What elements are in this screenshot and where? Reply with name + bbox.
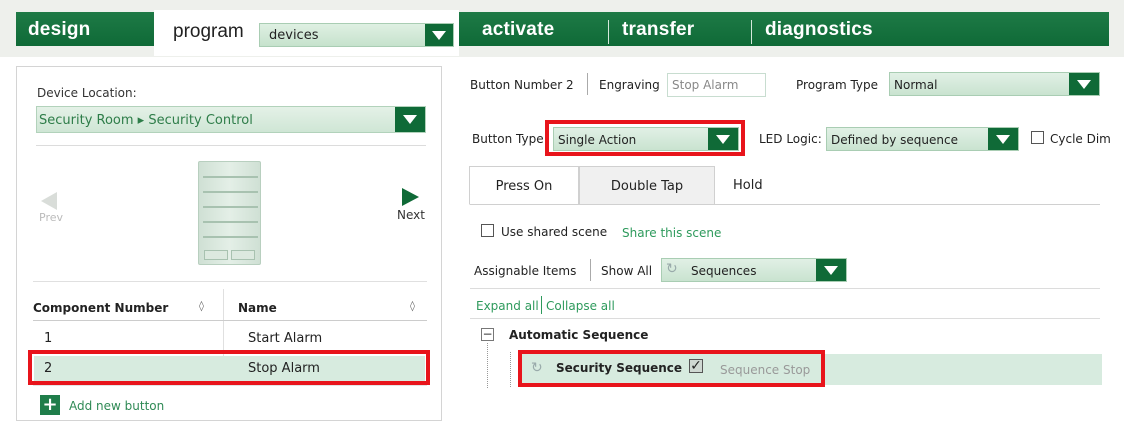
engraving-input[interactable]: Stop Alarm: [667, 73, 766, 97]
add-new-button[interactable]: Add new button: [69, 399, 164, 413]
divider: [470, 318, 1100, 319]
device-location-value: Security Room ▸ Security Control: [39, 113, 253, 128]
keypad-button-line: [203, 206, 258, 208]
tree-group-automatic-sequence[interactable]: Automatic Sequence: [509, 328, 648, 342]
plus-icon[interactable]: +: [40, 395, 60, 415]
separator: [587, 73, 588, 95]
keypad-button-line: [203, 221, 258, 223]
tree-connector: [510, 352, 511, 387]
share-this-scene-link[interactable]: Share this scene: [622, 226, 721, 240]
chevron-down-icon[interactable]: [395, 107, 425, 132]
tab-label: Double Tap: [610, 179, 684, 194]
nav-divider: [608, 20, 609, 44]
program-type-value: Normal: [894, 78, 938, 92]
nav-divider: [751, 20, 752, 44]
tab-diagnostics[interactable]: diagnostics: [765, 20, 873, 40]
tree-connector: [487, 343, 488, 388]
divider: [470, 288, 1100, 289]
keypad-button-line: [203, 191, 258, 193]
use-shared-scene-checkbox[interactable]: [481, 224, 494, 237]
use-shared-scene-label: Use shared scene: [501, 225, 608, 239]
tab-double-tap[interactable]: Double Tap: [579, 166, 715, 205]
led-logic-label: LED Logic:: [759, 132, 822, 146]
sequence-icon: ↻: [666, 261, 678, 277]
show-all-label: Show All: [601, 264, 653, 278]
header-divider: [33, 320, 427, 321]
collapse-toggle-icon[interactable]: −: [481, 328, 494, 341]
tab-label: Press On: [495, 179, 553, 194]
keypad-raise-button: [204, 250, 228, 260]
device-location-dropdown[interactable]: Security Room ▸ Security Control: [36, 106, 426, 133]
prev-arrow-icon[interactable]: [41, 192, 57, 210]
tab-program[interactable]: program: [173, 22, 244, 42]
divider: [36, 145, 426, 146]
column-header-component-number[interactable]: Component Number: [33, 301, 168, 315]
row-number[interactable]: 1: [44, 331, 52, 346]
chevron-down-icon[interactable]: [1069, 73, 1099, 95]
tab-hold[interactable]: Hold: [733, 178, 763, 193]
cycle-dim-checkbox[interactable]: [1031, 131, 1044, 144]
highlight-box: [518, 350, 825, 387]
column-header-name[interactable]: Name: [238, 301, 277, 315]
keypad-button-line: [203, 176, 258, 178]
program-type-label: Program Type: [796, 78, 879, 92]
row-divider: [33, 385, 427, 386]
chevron-down-icon[interactable]: [816, 259, 846, 281]
tab-press-on[interactable]: Press On: [469, 166, 579, 205]
tab-activate[interactable]: activate: [482, 20, 554, 40]
separator: [541, 296, 542, 314]
program-type-dropdown[interactable]: Normal: [889, 72, 1100, 96]
assignable-items-label: Assignable Items: [474, 264, 577, 278]
engraving-label: Engraving: [599, 78, 660, 92]
sort-icon[interactable]: ◊: [199, 301, 204, 312]
button-number-label: Button Number 2: [470, 78, 574, 92]
sort-icon[interactable]: ◊: [410, 301, 415, 312]
devices-dropdown-label: devices: [269, 28, 319, 43]
next-arrow-icon[interactable]: [402, 188, 419, 206]
sequences-dropdown[interactable]: ↻ Sequences: [661, 258, 847, 282]
highlight-box: [28, 350, 430, 385]
tab-transfer[interactable]: transfer: [622, 20, 694, 40]
cycle-dim-label: Cycle Dim: [1050, 132, 1111, 146]
device-location-label: Device Location:: [37, 86, 137, 100]
led-logic-dropdown[interactable]: Defined by sequence: [826, 127, 1019, 151]
sequences-value: Sequences: [691, 264, 757, 278]
prev-button[interactable]: Prev: [39, 211, 63, 224]
table-top-border: [33, 281, 427, 282]
button-type-label: Button Type:: [472, 132, 548, 146]
expand-all-link[interactable]: Expand all: [476, 299, 539, 313]
tab-divider: [470, 204, 1100, 205]
collapse-all-link[interactable]: Collapse all: [546, 299, 615, 313]
row-name[interactable]: Start Alarm: [248, 331, 322, 346]
next-button[interactable]: Next: [397, 208, 425, 222]
separator: [590, 259, 591, 281]
chevron-down-icon[interactable]: [425, 24, 453, 46]
led-logic-value: Defined by sequence: [831, 133, 958, 147]
keypad-button-line: [203, 236, 258, 238]
highlight-box: [545, 120, 745, 156]
keypad-image: [198, 161, 261, 265]
tab-design[interactable]: design: [28, 20, 90, 40]
chevron-down-icon[interactable]: [988, 128, 1018, 150]
engraving-value: Stop Alarm: [672, 78, 739, 92]
keypad-lower-button: [231, 250, 255, 260]
devices-dropdown[interactable]: devices: [259, 23, 454, 47]
